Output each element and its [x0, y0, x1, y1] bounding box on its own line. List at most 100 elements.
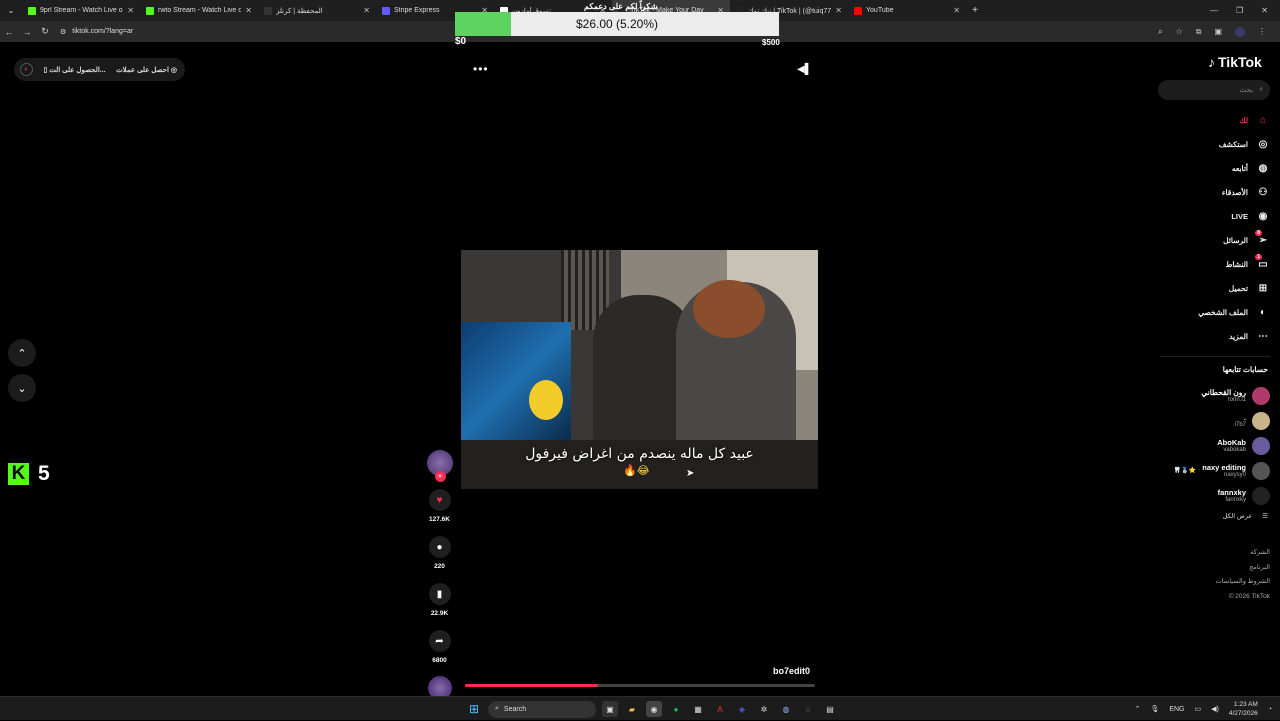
address-bar[interactable]: ⚙ tiktok.com/?lang=ar: [60, 28, 133, 36]
tiktok-logo[interactable]: ♪ TikTok: [1208, 54, 1262, 70]
comment-count: 220: [434, 563, 445, 570]
sidebar-item-activity[interactable]: النشاط ▭ 1: [1150, 252, 1270, 276]
sidebar-item-upload[interactable]: تحميل ⊞: [1150, 276, 1270, 300]
browser-toolbar-actions: ⌕ ☆ ⧉ ▣ ⋮: [1158, 21, 1266, 42]
tab-close-icon[interactable]: ✕: [127, 6, 134, 15]
tab-search-icon[interactable]: ⌄: [0, 6, 22, 15]
video-player[interactable]: عبيد كل ماله ينصدم من اغراض فيرفول 🔥😂: [461, 250, 818, 489]
bookmark-icon[interactable]: ▮: [428, 583, 451, 605]
tray-chevron-icon[interactable]: ⌃: [1135, 705, 1141, 713]
browser-tab[interactable]: rwto Stream - Watch Live on Ki✕: [140, 0, 258, 21]
network-icon[interactable]: ▭: [1195, 705, 1202, 713]
tab-close-icon[interactable]: ✕: [245, 6, 252, 15]
maximize-icon[interactable]: ❐: [1236, 6, 1243, 15]
sidebar-item-friends[interactable]: الأصدقاء ⚇: [1150, 180, 1270, 204]
account-handle: naxysy0: [1223, 472, 1246, 478]
volume-tray-icon[interactable]: ◀): [1211, 705, 1219, 713]
tab-close-icon[interactable]: ✕: [953, 6, 960, 15]
app-icon[interactable]: ◌: [800, 701, 816, 717]
browser-tab[interactable]: YouTube ✕: [848, 0, 966, 21]
see-all-link[interactable]: عرض الكل ☰: [1223, 512, 1268, 520]
minimize-icon[interactable]: —: [1210, 6, 1218, 15]
chrome-icon[interactable]: ◉: [646, 701, 662, 717]
follow-plus-icon[interactable]: +: [434, 471, 446, 482]
extensions-icon[interactable]: ⧉: [1196, 27, 1202, 37]
tiktok-coin-icon[interactable]: ◐: [20, 63, 33, 76]
share-icon[interactable]: ➦: [428, 630, 451, 652]
video-author[interactable]: bo7edit0: [773, 666, 810, 676]
video-caption: عبيد كل ماله ينصدم من اغراض فيرفول: [525, 446, 754, 462]
footer-link[interactable]: الشركة: [1216, 546, 1270, 561]
extension-icon[interactable]: ▣: [1214, 27, 1222, 36]
zoom-icon[interactable]: ⌕: [1158, 27, 1162, 37]
settings-icon[interactable]: ✲: [756, 701, 772, 717]
like-action[interactable]: ♥ 127.6K: [426, 489, 453, 523]
following-account[interactable]: 🦷🥈⭐ naxy editing naxysy0: [1140, 458, 1270, 483]
search-input[interactable]: بحث ⌕: [1158, 80, 1270, 100]
reload-icon[interactable]: ↻: [36, 26, 54, 37]
clock[interactable]: 1:23 AM 4/27/2026: [1229, 700, 1258, 718]
next-video-button[interactable]: ⌄: [8, 374, 36, 402]
task-view-icon[interactable]: ▣: [602, 701, 618, 717]
search-icon[interactable]: ⌕: [1259, 86, 1263, 94]
tab-favicon-icon: [264, 6, 272, 15]
browser-menu-icon[interactable]: ⋮: [1258, 27, 1266, 36]
footer-link[interactable]: الشروط والسياسات: [1216, 575, 1270, 590]
profile-avatar[interactable]: [1235, 26, 1245, 37]
video-caption-emoji: 🔥😂: [623, 464, 650, 477]
calculator-icon[interactable]: ▦: [690, 701, 706, 717]
sidebar-item-compass[interactable]: استكشف ◎: [1150, 132, 1270, 156]
acrobat-icon[interactable]: A: [712, 701, 728, 717]
taskbar-search[interactable]: ⌕ Search: [488, 700, 596, 718]
video-progress-bar[interactable]: [465, 684, 815, 687]
sidebar-item-profile[interactable]: الملف الشخصي ◐: [1150, 300, 1270, 324]
sidebar-item-messages[interactable]: الرسائل ➢ 8: [1150, 228, 1270, 252]
following-account[interactable]: fannxky fannxky: [1140, 483, 1270, 508]
tab-close-icon[interactable]: ✕: [363, 6, 370, 15]
comment-icon[interactable]: ●: [428, 536, 451, 558]
account-name: رون القحطاني: [1201, 388, 1246, 397]
mouse-cursor-icon: ➤: [686, 468, 695, 479]
browser-tab[interactable]: المحفظة | كرتلز ✕: [258, 0, 376, 21]
sidebar-item-more[interactable]: المزيد ⋯: [1150, 324, 1270, 348]
following-account[interactable]: AboKab vabokab: [1140, 433, 1270, 458]
spotify-icon[interactable]: ●: [668, 701, 684, 717]
heart-icon[interactable]: ♥: [428, 489, 451, 511]
more-options-icon[interactable]: •••: [473, 62, 489, 76]
browser-tab[interactable]: 9prl Stream - Watch Live on Ki ✕: [22, 0, 140, 21]
following-account[interactable]: . l7b7: [1140, 408, 1270, 433]
share-action[interactable]: ➦ 6800: [426, 630, 453, 664]
sidebar-item-label: لك: [1239, 115, 1248, 125]
get-app-button[interactable]: ▯ الحصول على الت...: [43, 66, 105, 74]
discord-icon[interactable]: ◈: [734, 701, 750, 717]
notification-icon[interactable]: ◔: [1268, 706, 1272, 713]
get-coins-button[interactable]: احصل على عملات ◎: [116, 66, 177, 74]
microphone-icon[interactable]: 🎙: [1150, 705, 1159, 713]
new-tab-button[interactable]: +: [966, 5, 984, 16]
footer-link[interactable]: البرنامج: [1216, 561, 1270, 576]
live-icon: ◉: [1258, 210, 1268, 222]
comment-action[interactable]: ● 220: [426, 536, 453, 570]
site-info-icon[interactable]: ⚙: [60, 28, 66, 36]
bookmark-star-icon[interactable]: ☆: [1176, 27, 1183, 36]
save-action[interactable]: ▮ 22.9K: [426, 583, 453, 617]
url-text[interactable]: tiktok.com/?lang=ar: [72, 28, 133, 35]
author-avatar[interactable]: +: [426, 450, 453, 482]
following-account[interactable]: رون القحطاني ronn.l1: [1140, 383, 1270, 408]
sidebar-item-home[interactable]: لك ⌂: [1150, 108, 1270, 132]
file-explorer-icon[interactable]: ▰: [624, 701, 640, 717]
language-indicator[interactable]: ENG: [1169, 706, 1184, 713]
volume-icon[interactable]: ◀▌: [797, 64, 812, 75]
close-window-icon[interactable]: ✕: [1261, 6, 1268, 15]
forward-icon[interactable]: →: [18, 27, 36, 37]
sidebar-item-following[interactable]: أتابعه ◍: [1150, 156, 1270, 180]
home-icon: ⌂: [1259, 114, 1267, 126]
search-icon: ⌕: [495, 705, 499, 712]
back-icon[interactable]: ←: [0, 27, 18, 37]
previous-video-button[interactable]: ⌃: [8, 339, 36, 367]
windows-start-icon[interactable]: ⊞: [466, 702, 482, 716]
sidebar-item-live[interactable]: LIVE ◉: [1150, 204, 1270, 228]
tab-close-icon[interactable]: ✕: [835, 6, 842, 15]
app-icon[interactable]: ▤: [822, 701, 838, 717]
steam-icon[interactable]: ◍: [778, 701, 794, 717]
